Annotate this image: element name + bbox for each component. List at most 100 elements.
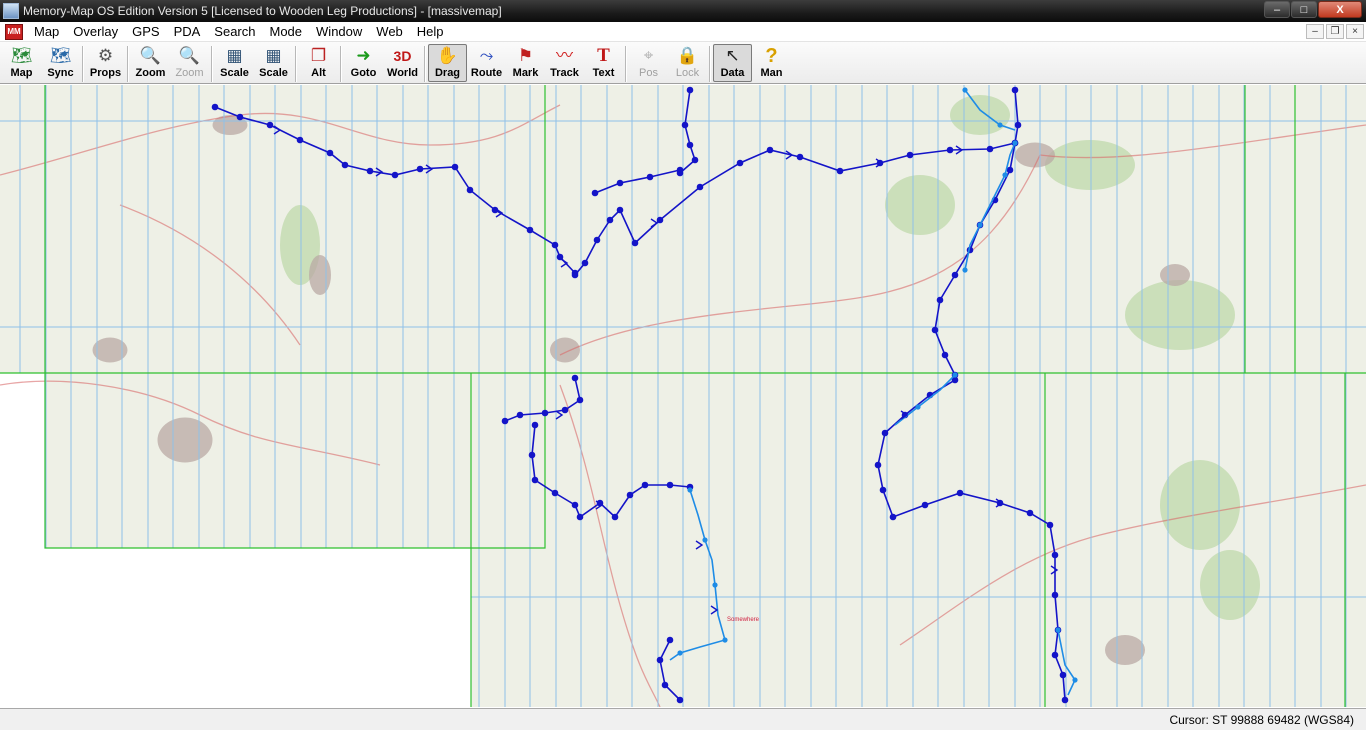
- gps-track-point[interactable]: [962, 267, 968, 273]
- gps-track-point[interactable]: [576, 396, 584, 404]
- gps-track-point[interactable]: [266, 121, 274, 129]
- menu-overlay[interactable]: Overlay: [66, 24, 125, 39]
- gps-track-point[interactable]: [1014, 121, 1022, 129]
- gps-track-point[interactable]: [541, 409, 549, 417]
- minimize-button[interactable]: –: [1264, 1, 1290, 18]
- gps-track-point[interactable]: [915, 404, 921, 410]
- gps-track-point[interactable]: [516, 411, 524, 419]
- gps-track-point[interactable]: [931, 326, 939, 334]
- gps-track-point[interactable]: [722, 637, 728, 643]
- gps-track-point[interactable]: [874, 461, 882, 469]
- gps-track-point[interactable]: [296, 136, 304, 144]
- toolbar-scale-down-button[interactable]: ▦ Scale: [254, 44, 293, 82]
- gps-track-point[interactable]: [1061, 696, 1069, 704]
- gps-track-point[interactable]: [581, 259, 589, 267]
- gps-track-point[interactable]: [666, 481, 674, 489]
- gps-track-point[interactable]: [1026, 509, 1034, 517]
- gps-track-point[interactable]: [687, 487, 693, 493]
- gps-track-point[interactable]: [681, 121, 689, 129]
- gps-track-point[interactable]: [416, 165, 424, 173]
- gps-track-point[interactable]: [611, 513, 619, 521]
- memory-map-logo-icon[interactable]: MM: [5, 23, 23, 40]
- gps-track-point[interactable]: [691, 156, 699, 164]
- gps-track-point[interactable]: [646, 173, 654, 181]
- toolbar-3d-world-button[interactable]: 3D World: [383, 44, 422, 82]
- gps-track-point[interactable]: [962, 87, 968, 93]
- toolbar-zoom-out-button[interactable]: 🔍 Zoom: [170, 44, 209, 82]
- gps-track-point[interactable]: [211, 103, 219, 111]
- toolbar-lock-button[interactable]: 🔒 Lock: [668, 44, 707, 82]
- gps-track-point[interactable]: [616, 206, 624, 214]
- gps-track-point[interactable]: [576, 513, 584, 521]
- toolbar-position-button[interactable]: ⌖ Pos: [629, 44, 668, 82]
- gps-track-point[interactable]: [836, 167, 844, 175]
- toolbar-alternate-map-button[interactable]: ❐ Alt: [299, 44, 338, 82]
- menu-web[interactable]: Web: [369, 24, 410, 39]
- gps-track-point[interactable]: [986, 145, 994, 153]
- gps-track-point[interactable]: [696, 183, 704, 191]
- gps-track-point[interactable]: [796, 153, 804, 161]
- map-view[interactable]: Somewhere: [0, 85, 1366, 707]
- gps-track-point[interactable]: [661, 681, 669, 689]
- toolbar-zoom-in-button[interactable]: 🔍 Zoom: [131, 44, 170, 82]
- toolbar-sync-button[interactable]: 🗺 Sync: [41, 44, 80, 82]
- gps-track-point[interactable]: [1055, 627, 1061, 633]
- gps-track-point[interactable]: [676, 696, 684, 704]
- menu-help[interactable]: Help: [410, 24, 451, 39]
- maximize-button[interactable]: □: [1291, 1, 1317, 18]
- toolbar-manual-help-button[interactable]: ? Man: [752, 44, 791, 82]
- gps-track-point[interactable]: [366, 167, 374, 175]
- gps-track-point[interactable]: [1072, 677, 1078, 683]
- gps-track-point[interactable]: [951, 271, 959, 279]
- gps-track-point[interactable]: [551, 241, 559, 249]
- gps-track-point[interactable]: [391, 171, 399, 179]
- toolbar-route-button[interactable]: ⤳ Route: [467, 44, 506, 82]
- gps-track-point[interactable]: [921, 501, 929, 509]
- document-minimize-button[interactable]: –: [1306, 24, 1324, 39]
- toolbar-goto-arrow-button[interactable]: ➜ Goto: [344, 44, 383, 82]
- toolbar-mark-flag-button[interactable]: ⚑ Mark: [506, 44, 545, 82]
- gps-track-point[interactable]: [766, 146, 774, 154]
- gps-track-point[interactable]: [571, 271, 579, 279]
- gps-track-point[interactable]: [977, 222, 983, 228]
- gps-track-point[interactable]: [531, 476, 539, 484]
- gps-track-point[interactable]: [956, 489, 964, 497]
- document-close-button[interactable]: ×: [1346, 24, 1364, 39]
- gps-track-point[interactable]: [906, 151, 914, 159]
- gps-track-point[interactable]: [641, 481, 649, 489]
- gps-track-point[interactable]: [881, 429, 889, 437]
- gps-track-point[interactable]: [561, 406, 569, 414]
- map-canvas[interactable]: Somewhere: [0, 85, 1366, 707]
- gps-track-point[interactable]: [686, 141, 694, 149]
- gps-track-point[interactable]: [631, 239, 639, 247]
- gps-track-point[interactable]: [676, 169, 684, 177]
- gps-track-point[interactable]: [1051, 651, 1059, 659]
- gps-track-point[interactable]: [1046, 521, 1054, 529]
- gps-track-point[interactable]: [616, 179, 624, 187]
- gps-track-point[interactable]: [451, 163, 459, 171]
- gps-track-point[interactable]: [1006, 166, 1014, 174]
- toolbar-track-button[interactable]: 〰 Track: [545, 44, 584, 82]
- gps-track-point[interactable]: [591, 189, 599, 197]
- gps-track-point[interactable]: [1051, 551, 1059, 559]
- gps-track-point[interactable]: [571, 374, 579, 382]
- gps-track-point[interactable]: [879, 486, 887, 494]
- gps-track-point[interactable]: [702, 537, 708, 543]
- menu-pda[interactable]: PDA: [167, 24, 208, 39]
- gps-track-point[interactable]: [626, 491, 634, 499]
- gps-track-point[interactable]: [236, 113, 244, 121]
- menu-mode[interactable]: Mode: [263, 24, 310, 39]
- gps-track-point[interactable]: [341, 161, 349, 169]
- gps-track-point[interactable]: [666, 636, 674, 644]
- close-button[interactable]: X: [1318, 1, 1362, 18]
- gps-track-point[interactable]: [501, 417, 509, 425]
- gps-track-point[interactable]: [941, 351, 949, 359]
- gps-track-point[interactable]: [656, 216, 664, 224]
- gps-track-point[interactable]: [736, 159, 744, 167]
- gps-track-point[interactable]: [889, 513, 897, 521]
- menu-search[interactable]: Search: [207, 24, 262, 39]
- gps-track-point[interactable]: [677, 650, 683, 656]
- gps-track-point[interactable]: [326, 149, 334, 157]
- gps-track-point[interactable]: [1051, 591, 1059, 599]
- gps-track-point[interactable]: [686, 86, 694, 94]
